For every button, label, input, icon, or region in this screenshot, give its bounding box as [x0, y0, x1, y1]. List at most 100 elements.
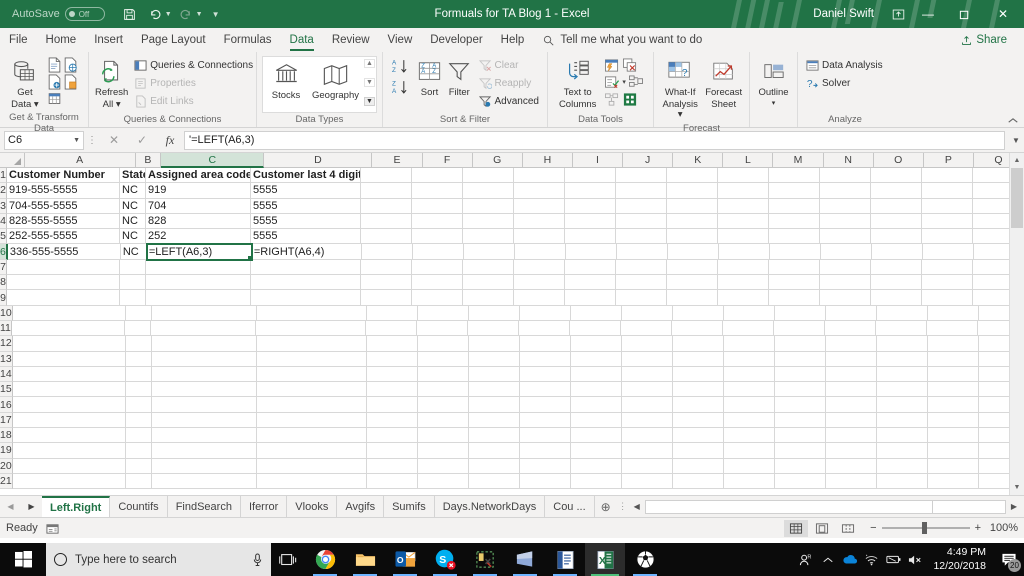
customize-quick-access-icon[interactable]: ▼	[212, 10, 220, 19]
column-header-i[interactable]: I	[572, 153, 624, 168]
cell-O15[interactable]	[876, 382, 928, 398]
cell-H9[interactable]	[514, 290, 565, 306]
cell-E9[interactable]	[361, 290, 412, 306]
cell-D16[interactable]	[256, 397, 367, 413]
cell-D6[interactable]: =RIGHT(A6,4)	[251, 244, 362, 260]
undo-caret-icon[interactable]: ▼	[165, 11, 172, 18]
row-header-8[interactable]: 8	[0, 275, 7, 291]
data-types-scroll-down-icon[interactable]: ▼	[364, 78, 375, 87]
cell-E12[interactable]	[366, 336, 418, 352]
cell-C20[interactable]	[151, 458, 257, 474]
page-layout-view-button[interactable]	[810, 520, 834, 537]
cell-J6[interactable]	[616, 244, 668, 260]
cell-C12[interactable]	[151, 336, 257, 352]
cell-C2[interactable]: 919	[146, 183, 251, 199]
cell-K14[interactable]	[672, 366, 724, 383]
from-text-icon[interactable]	[47, 57, 62, 73]
cell-D5[interactable]: 5555	[251, 229, 361, 245]
cell-C11[interactable]	[150, 320, 256, 337]
zoom-level[interactable]: 100%	[986, 522, 1018, 534]
select-all-corner[interactable]	[0, 153, 25, 168]
undo-icon[interactable]	[144, 4, 166, 24]
cell-B4[interactable]: NC	[120, 213, 146, 230]
cell-E18[interactable]	[366, 428, 418, 444]
cell-H14[interactable]	[519, 366, 571, 383]
cell-L4[interactable]	[718, 213, 769, 230]
cell-L19[interactable]	[723, 443, 775, 459]
cell-D2[interactable]: 5555	[251, 183, 361, 199]
row-header-17[interactable]: 17	[0, 412, 13, 429]
cell-K17[interactable]	[672, 412, 724, 429]
cell-G15[interactable]	[468, 382, 520, 398]
cell-G10[interactable]	[468, 305, 520, 321]
cell-M19[interactable]	[774, 443, 826, 459]
cell-C21[interactable]	[151, 473, 257, 490]
outline-caret-icon[interactable]: ▾	[772, 100, 776, 108]
stocks-button[interactable]: Stocks	[264, 58, 308, 104]
filter-button[interactable]: Filter	[445, 55, 474, 101]
row-header-6[interactable]: 6	[0, 244, 8, 260]
cell-L8[interactable]	[718, 275, 769, 291]
sheet-nav-arrows[interactable]: ◀ ▶	[0, 496, 42, 517]
cell-D18[interactable]	[256, 428, 367, 444]
hscroll-track[interactable]	[644, 499, 1006, 514]
cell-M2[interactable]	[769, 183, 820, 199]
data-types-more-icon[interactable]: ▼	[364, 97, 375, 106]
cell-B7[interactable]	[120, 259, 146, 276]
cell-F5[interactable]	[412, 229, 463, 245]
cell-K13[interactable]	[672, 351, 724, 367]
nav-first-icon[interactable]: ◀	[7, 502, 13, 511]
cell-C1[interactable]: Assigned area code	[146, 168, 251, 184]
sort-ascending-icon[interactable]: AZ	[392, 58, 412, 75]
cell-N8[interactable]	[820, 275, 871, 291]
cell-K10[interactable]	[672, 305, 724, 321]
geography-button[interactable]: Geography	[310, 58, 361, 104]
cell-M1[interactable]	[769, 168, 820, 184]
cell-D12[interactable]	[256, 336, 367, 352]
taskbar-app-excel[interactable]: X	[585, 543, 625, 576]
sheet-tab-cou-[interactable]: Cou ...	[545, 496, 595, 517]
taskbar-app-chrome[interactable]	[305, 543, 345, 576]
cell-A3[interactable]: 704-555-5555	[7, 198, 120, 214]
cell-G9[interactable]	[463, 290, 514, 306]
cell-N20[interactable]	[825, 458, 877, 474]
cell-M11[interactable]	[773, 320, 825, 337]
cell-G1[interactable]	[463, 168, 514, 184]
manage-data-model-icon[interactable]	[622, 92, 638, 107]
cell-K8[interactable]	[667, 275, 718, 291]
cell-H15[interactable]	[519, 382, 571, 398]
cell-L9[interactable]	[718, 290, 769, 306]
cell-J18[interactable]	[621, 428, 673, 444]
sort-descending-icon[interactable]: ZA	[392, 79, 412, 96]
cell-D20[interactable]	[256, 458, 367, 474]
forecast-sheet-button[interactable]: Forecast Sheet	[703, 55, 744, 112]
cell-D11[interactable]	[255, 320, 366, 337]
cell-F3[interactable]	[412, 198, 463, 214]
cell-C9[interactable]	[146, 290, 251, 306]
outline-button[interactable]: Outline ▾	[755, 55, 792, 109]
cell-B8[interactable]	[120, 275, 146, 291]
cell-E10[interactable]	[366, 305, 418, 321]
cell-F17[interactable]	[417, 412, 469, 429]
cell-C15[interactable]	[151, 382, 257, 398]
close-button[interactable]: ✕	[982, 0, 1024, 28]
cell-L21[interactable]	[723, 473, 775, 490]
cell-M16[interactable]	[774, 397, 826, 413]
ribbon-tab-formulas[interactable]: Formulas	[215, 28, 281, 52]
redo-caret-icon[interactable]: ▼	[196, 11, 203, 18]
battery-icon[interactable]	[883, 543, 905, 576]
cell-G20[interactable]	[468, 458, 520, 474]
tell-me-search[interactable]: Tell me what you want to do	[543, 28, 702, 52]
cell-G4[interactable]	[463, 213, 514, 230]
cell-L1[interactable]	[718, 168, 769, 184]
cell-L6[interactable]	[718, 244, 770, 260]
cell-B21[interactable]	[125, 473, 152, 490]
cell-P18[interactable]	[927, 428, 979, 444]
cell-P15[interactable]	[927, 382, 979, 398]
cell-K21[interactable]	[672, 473, 724, 490]
cell-I6[interactable]	[565, 244, 617, 260]
cell-I7[interactable]	[565, 259, 616, 276]
cell-I16[interactable]	[570, 397, 622, 413]
cell-D10[interactable]	[256, 305, 367, 321]
row-header-5[interactable]: 5	[0, 229, 7, 245]
